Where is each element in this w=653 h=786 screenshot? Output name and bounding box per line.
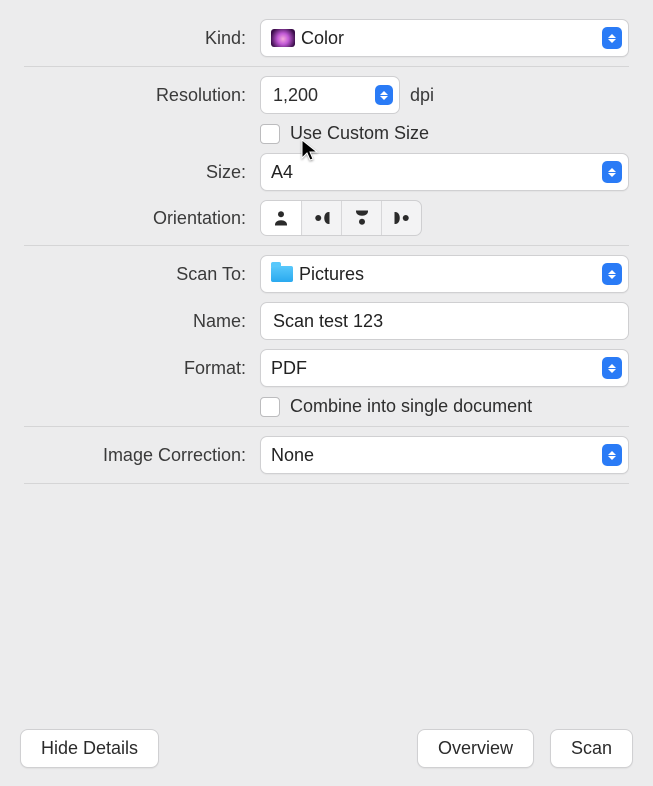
image-correction-label: Image Correction: <box>24 445 260 466</box>
hide-details-button[interactable]: Hide Details <box>20 729 159 768</box>
person-rotate-right-icon <box>313 209 331 227</box>
scan-to-value: Pictures <box>299 264 364 285</box>
orientation-landscape-right[interactable] <box>301 201 341 235</box>
orientation-portrait-down[interactable] <box>341 201 381 235</box>
chevron-up-down-icon <box>602 161 622 183</box>
format-label: Format: <box>24 358 260 379</box>
chevron-up-down-icon <box>375 85 393 105</box>
use-custom-size-label: Use Custom Size <box>290 123 429 144</box>
name-label: Name: <box>24 311 260 332</box>
person-flip-icon <box>353 209 371 227</box>
kind-label: Kind: <box>24 28 260 49</box>
size-select[interactable]: A4 <box>260 153 629 191</box>
resolution-combo[interactable]: 1,200 <box>260 76 400 114</box>
chevron-up-down-icon <box>602 444 622 466</box>
separator <box>24 483 629 484</box>
name-input[interactable] <box>260 302 629 340</box>
scan-settings-panel: Kind: Color Resolution: 1,200 dpi Use Cu… <box>0 0 653 484</box>
separator <box>24 66 629 67</box>
scan-to-select[interactable]: Pictures <box>260 255 629 293</box>
image-correction-select[interactable]: None <box>260 436 629 474</box>
scan-button[interactable]: Scan <box>550 729 633 768</box>
person-icon <box>272 209 290 227</box>
kind-thumb-icon <box>271 29 295 47</box>
use-custom-size-checkbox[interactable] <box>260 124 280 144</box>
separator <box>24 426 629 427</box>
chevron-up-down-icon <box>602 357 622 379</box>
footer: Hide Details Overview Scan <box>0 729 653 768</box>
separator <box>24 245 629 246</box>
overview-button[interactable]: Overview <box>417 729 534 768</box>
format-select[interactable]: PDF <box>260 349 629 387</box>
kind-value: Color <box>301 28 344 49</box>
orientation-landscape-left[interactable] <box>381 201 421 235</box>
chevron-up-down-icon <box>602 263 622 285</box>
folder-icon <box>271 266 293 282</box>
person-rotate-left-icon <box>393 209 411 227</box>
orientation-segmented <box>260 200 422 236</box>
format-value: PDF <box>271 358 307 379</box>
chevron-up-down-icon <box>602 27 622 49</box>
resolution-value: 1,200 <box>273 85 318 106</box>
combine-single-doc-checkbox[interactable] <box>260 397 280 417</box>
orientation-portrait-up[interactable] <box>261 201 301 235</box>
combine-single-doc-label: Combine into single document <box>290 396 532 417</box>
resolution-unit: dpi <box>410 85 434 106</box>
resolution-label: Resolution: <box>24 85 260 106</box>
orientation-label: Orientation: <box>24 208 260 229</box>
size-label: Size: <box>24 162 260 183</box>
scan-to-label: Scan To: <box>24 264 260 285</box>
kind-select[interactable]: Color <box>260 19 629 57</box>
size-value: A4 <box>271 162 293 183</box>
image-correction-value: None <box>271 445 314 466</box>
